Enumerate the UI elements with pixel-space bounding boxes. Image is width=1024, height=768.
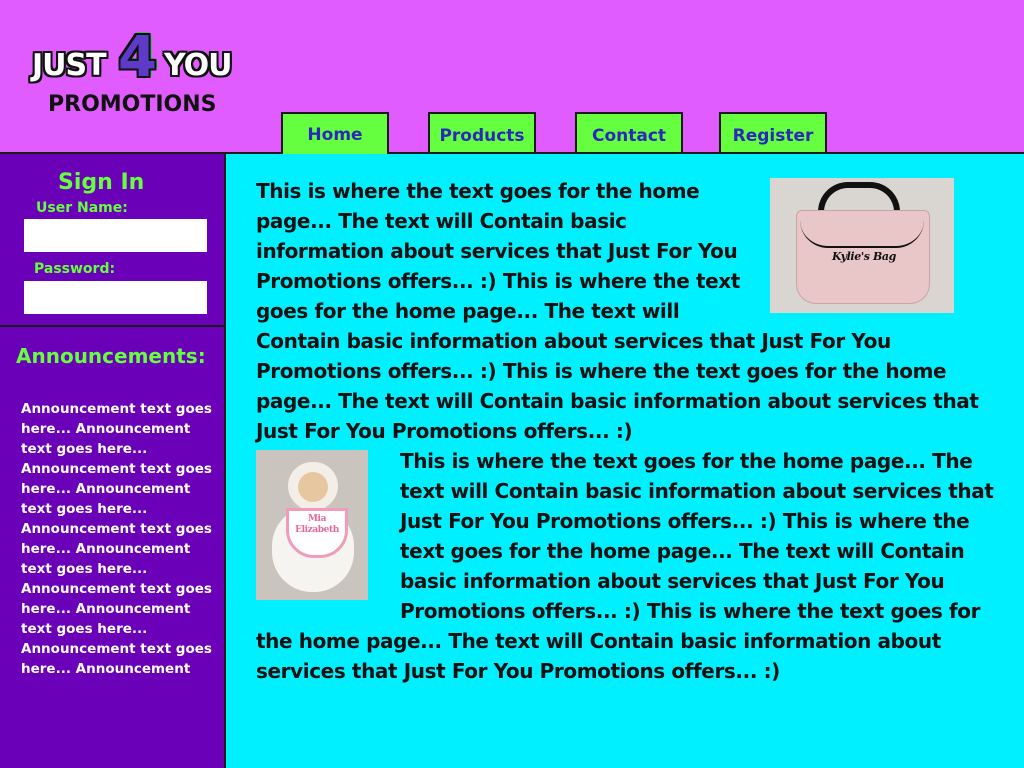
logo-promotions-text: PROMOTIONS — [48, 92, 217, 117]
lamb-photo: Mia Elizabeth — [256, 450, 368, 600]
logo-just-text: JUST — [32, 48, 107, 83]
site-logo[interactable]: JUST 4 YOU PROMOTIONS — [30, 30, 242, 122]
tab-home[interactable]: Home — [281, 112, 389, 154]
username-label: User Name: — [36, 200, 128, 216]
logo-four-glyph: 4 — [118, 25, 157, 90]
bag-photo: Kylie's Bag — [770, 178, 954, 313]
password-field[interactable] — [24, 281, 207, 314]
lamb-caption: Mia Elizabeth — [295, 514, 339, 535]
tab-contact[interactable]: Contact — [575, 112, 683, 152]
sidebar: Sign In User Name: Password: Announcemen… — [0, 154, 226, 768]
tab-register[interactable]: Register — [719, 112, 827, 152]
main-content: Kylie's Bag This is where the text goes … — [226, 154, 1024, 768]
announcements-text: Announcement text goes here... Announcem… — [21, 401, 212, 677]
tab-products[interactable]: Products — [428, 112, 536, 152]
username-field[interactable] — [24, 219, 207, 252]
announcements-title: Announcements: — [16, 344, 206, 368]
logo-you-text: YOU — [164, 48, 233, 83]
bag-caption: Kylie's Bag — [832, 250, 896, 263]
sidebar-divider — [0, 325, 224, 327]
main-text: Kylie's Bag This is where the text goes … — [256, 176, 996, 686]
sign-in-title: Sign In — [58, 170, 145, 195]
password-label: Password: — [34, 261, 116, 277]
lamb-face — [298, 472, 328, 502]
